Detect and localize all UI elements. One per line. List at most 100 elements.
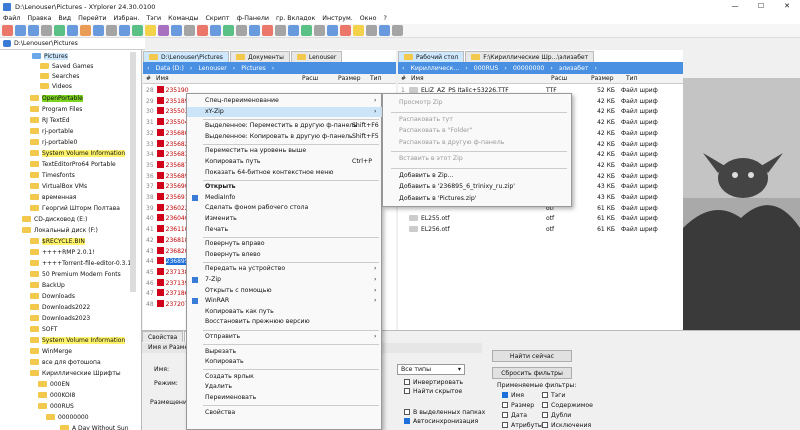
menu-item[interactable]: Вид [58,15,71,22]
filter-option[interactable]: Содержимое [542,402,593,409]
tree-item[interactable]: SOFT [30,325,58,335]
breadcrumb-item[interactable]: 00000000 [513,65,545,72]
table-row[interactable]: 46 237139 [146,278,189,290]
context-menu-item[interactable]: Открыть с помощью › [187,286,383,296]
submenu-item[interactable]: Добавить в 'Pictures.zip' [383,194,573,204]
table-row[interactable]: 28 235190 [146,86,189,97]
tree-item[interactable]: Локальный диск (F:) [22,226,98,236]
toolbar-tool-icon[interactable] [366,25,377,36]
tree-item[interactable]: Videos [40,82,72,92]
column-header[interactable]: # [143,75,153,82]
toolbar-tool-icon[interactable] [15,25,26,36]
tree-item[interactable]: BackUp [30,281,65,291]
tree-item[interactable]: System Volume Information [30,149,126,159]
right-breadcrumb[interactable]: ‹ Кириллическ... › 000RUS › 00000000 › элизабет… [398,62,683,74]
toolbar-tool-icon[interactable] [340,25,351,36]
filter-option[interactable]: Дубли [542,412,571,419]
toolbar-tool-icon[interactable] [119,25,130,36]
checkbox[interactable] [502,402,508,408]
column-header[interactable]: Размер [335,75,367,82]
filter-option[interactable]: Атрибуты [502,422,543,429]
context-menu-item[interactable]: xY-Zip › [187,106,383,117]
toolbar-tool-icon[interactable] [93,25,104,36]
menu-item[interactable]: Правка [27,15,51,22]
menu-item[interactable]: гр. Вкладок [276,15,315,22]
tree-item[interactable]: 50 Premium Modern Fonts [30,270,121,280]
table-row[interactable]: 39 236022 [146,203,189,215]
toolbar-tool-icon[interactable] [301,25,312,36]
checkbox[interactable] [542,392,548,398]
checkbox[interactable] [502,412,508,418]
filter-option[interactable]: Дата [502,412,527,419]
close-button[interactable]: ✕ [774,0,800,13]
submenu-item[interactable]: Добавить в Zip... [383,171,573,181]
toolbar-tool-icon[interactable] [288,25,299,36]
pane-tab[interactable]: D:\Lenouser\Pictures [143,51,229,62]
toolbar-tool-icon[interactable] [353,25,364,36]
filter-option[interactable]: Имя [502,392,524,399]
menu-item[interactable]: ? [383,15,386,22]
context-menu-item[interactable]: Спец-переименование › [187,96,383,106]
tree-item[interactable]: Timesfonts [30,171,75,181]
table-row[interactable]: 30 235503 [146,107,189,118]
checkbox[interactable] [542,412,548,418]
toolbar-tool-icon[interactable] [28,25,39,36]
table-row[interactable]: EL255.otf otf 61 КБ Файл шриф [401,214,681,225]
reset-filters-button[interactable]: Сбросить фильтры [492,367,572,379]
table-row[interactable]: 40 236040 [146,214,189,225]
context-menu-item[interactable]: Открыть [187,182,383,192]
breadcrumb-item[interactable]: элизабет [559,65,589,72]
info-tab[interactable]: Свойства [142,331,184,342]
context-menu-item[interactable]: Копировать [187,357,383,367]
filter-option[interactable]: Тэги [542,392,565,399]
tree-item[interactable]: RJ TextEd [30,116,70,126]
breadcrumb-item[interactable]: Lenouser [198,65,226,72]
tree-item[interactable]: Program Files [30,105,82,115]
search-option[interactable]: Инвертировать [404,379,463,386]
folder-tree[interactable]: Pictures Saved Games Searches Videos OpenPor… [0,50,142,430]
context-menu-item[interactable]: Свойства [187,408,383,418]
table-row[interactable]: 31 235504 [146,118,189,129]
tree-item[interactable]: System Volume Information [30,336,126,346]
minimize-button[interactable]: — [722,0,748,13]
table-row[interactable]: 48 237207 [146,300,189,311]
tree-item[interactable]: все для фотошопа [30,358,101,368]
context-menu-item[interactable]: Удалить [187,382,383,392]
menu-item[interactable]: Окно [360,15,377,22]
submenu-item[interactable]: Добавить в '236895_6_trinixy_ru.zip' [383,182,573,192]
table-row[interactable]: 38 235691 [146,193,189,204]
toolbar-tool-icon[interactable] [236,25,247,36]
table-row[interactable]: 47 237186 [146,289,189,300]
tree-item[interactable]: Downloads2022 [30,303,90,313]
pane-tab[interactable]: Документы [229,51,290,62]
toolbar-tool-icon[interactable] [54,25,65,36]
table-row[interactable]: 43 236820 [146,246,189,258]
tree-item[interactable]: ++++Torrent-file-editor-0.3.17 [30,259,135,269]
menu-item[interactable]: Файл [3,15,20,22]
toolbar-tool-icon[interactable] [106,25,117,36]
menu-item[interactable]: Инструм. [322,15,352,22]
table-row[interactable]: EL256.otf otf 61 КБ Файл шриф [401,225,681,236]
table-row[interactable]: 37 235690 [146,182,189,193]
context-menu-item[interactable]: Копировать как путь [187,307,383,317]
column-header[interactable]: Тип [623,75,673,82]
context-menu-item[interactable]: Копировать путь Ctrl+P [187,157,383,167]
toolbar-tool-icon[interactable] [314,25,325,36]
filter-option[interactable]: Размер [502,402,534,409]
context-menu-item[interactable]: Переместить на уровень выше [187,146,383,156]
tree-item[interactable]: Searches [40,72,79,82]
menu-item[interactable]: Команды [168,15,198,22]
table-row[interactable]: 34 235683 [146,150,189,161]
context-menu-item[interactable]: Восстановить прежнюю версию [187,317,383,327]
tree-item[interactable]: Георгий Шторм Полтава [30,204,120,214]
context-menu-item[interactable]: WinRAR › [187,296,383,306]
menu-item[interactable]: ф-Панели [237,15,269,22]
tree-item[interactable]: rj-portable [30,127,73,137]
table-row[interactable]: 42 236818 [146,235,189,247]
checkbox[interactable] [502,392,508,398]
table-row[interactable]: 35 235687 [146,160,189,172]
context-menu-item[interactable]: Изменить [187,214,383,224]
toolbar-tool-icon[interactable] [197,25,208,36]
tree-item[interactable]: rj-portable0 [30,138,77,148]
menu-item[interactable]: Избран. [114,15,140,22]
